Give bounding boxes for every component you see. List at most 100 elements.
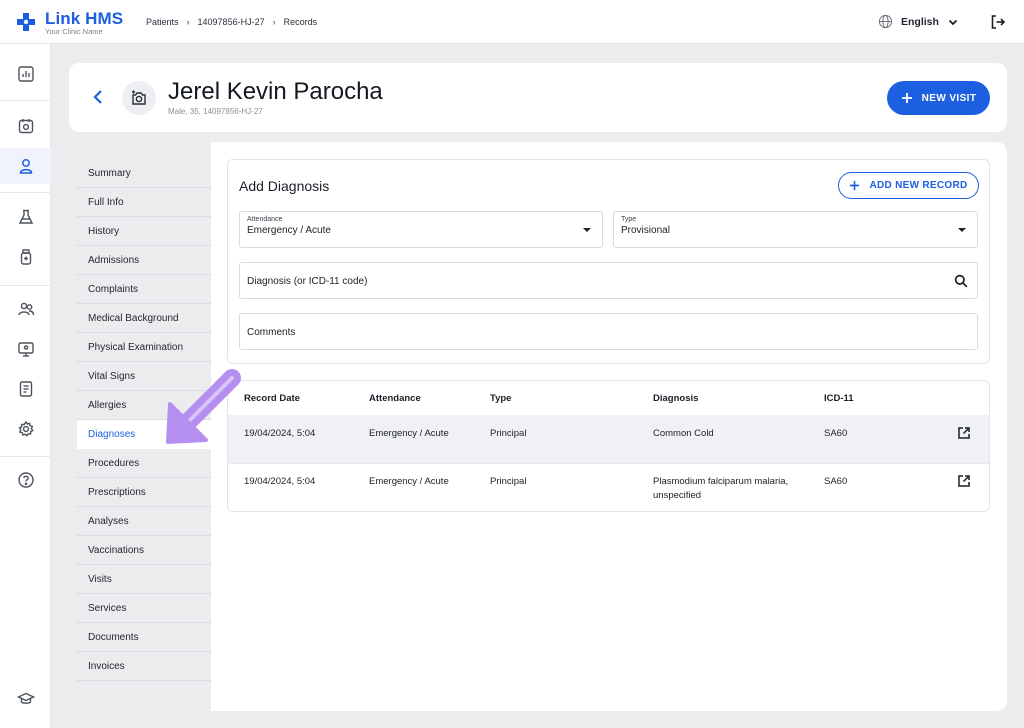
- open-external-icon[interactable]: [957, 474, 971, 488]
- cell-type: Principal: [490, 428, 527, 439]
- app-tagline: Your Clinic Name: [45, 27, 103, 36]
- medicine-bottle-icon: [20, 249, 31, 265]
- help-icon: [17, 472, 34, 488]
- globe-icon: [878, 14, 893, 29]
- cell-attendance: Emergency / Acute: [369, 476, 449, 487]
- patient-header: Jerel Kevin Parocha Male, 35, 14097856-H…: [69, 63, 1007, 132]
- dropdown-caret-icon: [958, 228, 966, 232]
- table-row[interactable]: 19/04/2024, 5:04 Emergency / Acute Princ…: [228, 463, 989, 511]
- subnav-vaccinations[interactable]: Vaccinations: [77, 536, 211, 565]
- attendance-label: Attendance: [247, 216, 283, 223]
- attendance-value: Emergency / Acute: [247, 225, 331, 236]
- rail-reports[interactable]: [0, 371, 51, 407]
- type-select[interactable]: Type Provisional: [613, 211, 978, 248]
- new-visit-label: NEW VISIT: [921, 92, 977, 104]
- gear-icon: [17, 420, 34, 437]
- rail-staff[interactable]: [0, 291, 51, 327]
- logout-icon[interactable]: [990, 14, 1006, 30]
- cell-attendance: Emergency / Acute: [369, 428, 449, 439]
- annotation-arrow: [166, 369, 241, 444]
- add-new-record-label: ADD NEW RECORD: [869, 180, 968, 191]
- search-icon[interactable]: [954, 274, 968, 288]
- breadcrumb-patient-id[interactable]: 14097856-HJ-27: [198, 17, 265, 27]
- top-bar: Link HMS Your Clinic Name Patients › 140…: [0, 0, 1024, 44]
- subnav-analyses[interactable]: Analyses: [77, 507, 211, 536]
- diagnosis-placeholder: Diagnosis (or ICD-11 code): [247, 276, 368, 287]
- comments-placeholder: Comments: [247, 327, 296, 338]
- plus-icon: [850, 180, 860, 191]
- user-icon: [19, 159, 32, 174]
- plus-icon: [901, 93, 912, 103]
- monitor-icon: [17, 342, 34, 357]
- column-header-diagnosis: Diagnosis: [653, 393, 699, 404]
- subnav-documents[interactable]: Documents: [77, 623, 211, 652]
- rail-dashboard[interactable]: [0, 56, 51, 92]
- comments-input[interactable]: Comments: [239, 313, 978, 350]
- calendar-icon: [18, 119, 33, 134]
- type-value: Provisional: [621, 225, 670, 236]
- cell-record-date: 19/04/2024, 5:04: [244, 476, 316, 487]
- table-row[interactable]: 19/04/2024, 5:04 Emergency / Acute Princ…: [228, 415, 989, 463]
- patient-details: Male, 35, 14097856-HJ-27: [168, 107, 263, 116]
- diagnosis-search-input[interactable]: Diagnosis (or ICD-11 code): [239, 262, 978, 299]
- subnav-medical-background[interactable]: Medical Background: [77, 304, 211, 333]
- logo-cross-icon: [17, 13, 35, 31]
- cell-diagnosis: Common Cold: [653, 428, 714, 439]
- open-external-icon[interactable]: [957, 426, 971, 440]
- form-title: Add Diagnosis: [239, 178, 330, 194]
- breadcrumb-records: Records: [283, 17, 318, 27]
- cell-icd11: SA60: [824, 476, 848, 487]
- chevron-right-icon: ›: [186, 17, 190, 27]
- rail-settings[interactable]: [0, 411, 51, 447]
- rail-patients[interactable]: [0, 148, 51, 184]
- language-label: English: [901, 15, 939, 28]
- rail-monitor[interactable]: [0, 331, 51, 367]
- subnav-summary[interactable]: Summary: [77, 159, 211, 188]
- subnav-prescriptions[interactable]: Prescriptions: [77, 478, 211, 507]
- app-name: Link HMS: [45, 9, 124, 28]
- add-photo-icon: [132, 90, 146, 105]
- subnav-complaints[interactable]: Complaints: [77, 275, 211, 304]
- patient-photo-button[interactable]: [122, 81, 156, 115]
- diagnoses-table: Record Date Attendance Type Diagnosis IC…: [227, 380, 990, 512]
- left-rail: [0, 44, 51, 728]
- attendance-select[interactable]: Attendance Emergency / Acute: [239, 211, 603, 248]
- rail-help[interactable]: [0, 462, 51, 498]
- back-arrow-icon[interactable]: [91, 88, 105, 106]
- subnav-admissions[interactable]: Admissions: [77, 246, 211, 275]
- rail-appointments[interactable]: [0, 108, 51, 144]
- graduation-cap-icon: [16, 692, 35, 704]
- users-icon: [17, 302, 34, 316]
- dropdown-caret-icon: [583, 228, 591, 232]
- chevron-right-icon: ›: [272, 17, 276, 27]
- cell-record-date: 19/04/2024, 5:04: [244, 428, 316, 439]
- cell-icd11: SA60: [824, 428, 848, 439]
- cell-type: Principal: [490, 476, 527, 487]
- rail-laboratory[interactable]: [0, 199, 51, 235]
- subnav-services[interactable]: Services: [77, 594, 211, 623]
- breadcrumb: Patients › 14097856-HJ-27 › Records: [146, 17, 317, 27]
- cell-diagnosis: Plasmodium falciparum malaria, unspecifi…: [653, 476, 789, 501]
- subnav-procedures[interactable]: Procedures: [77, 449, 211, 478]
- subnav-full-info[interactable]: Full Info: [77, 188, 211, 217]
- app-logo[interactable]: Link HMS Your Clinic Name: [16, 10, 123, 36]
- rail-training[interactable]: [0, 681, 51, 717]
- rail-pharmacy[interactable]: [0, 239, 51, 275]
- chevron-down-icon: [948, 19, 958, 25]
- column-header-attendance: Attendance: [369, 393, 421, 404]
- subnav-history[interactable]: History: [77, 217, 211, 246]
- report-icon: [19, 381, 32, 397]
- breadcrumb-patients[interactable]: Patients: [146, 17, 179, 27]
- flask-icon: [18, 209, 33, 224]
- add-diagnosis-form: Add Diagnosis ADD NEW RECORD Attendance …: [227, 159, 990, 364]
- language-selector[interactable]: English: [878, 14, 959, 29]
- subnav-physical-examination[interactable]: Physical Examination: [77, 333, 211, 362]
- dashboard-icon: [17, 66, 34, 82]
- subnav-visits[interactable]: Visits: [77, 565, 211, 594]
- add-new-record-button[interactable]: ADD NEW RECORD: [838, 172, 979, 199]
- subnav-invoices[interactable]: Invoices: [77, 652, 211, 681]
- column-header-record-date: Record Date: [244, 393, 300, 404]
- column-header-icd11: ICD-11: [824, 393, 854, 404]
- new-visit-button[interactable]: NEW VISIT: [887, 81, 990, 115]
- type-label: Type: [621, 216, 637, 223]
